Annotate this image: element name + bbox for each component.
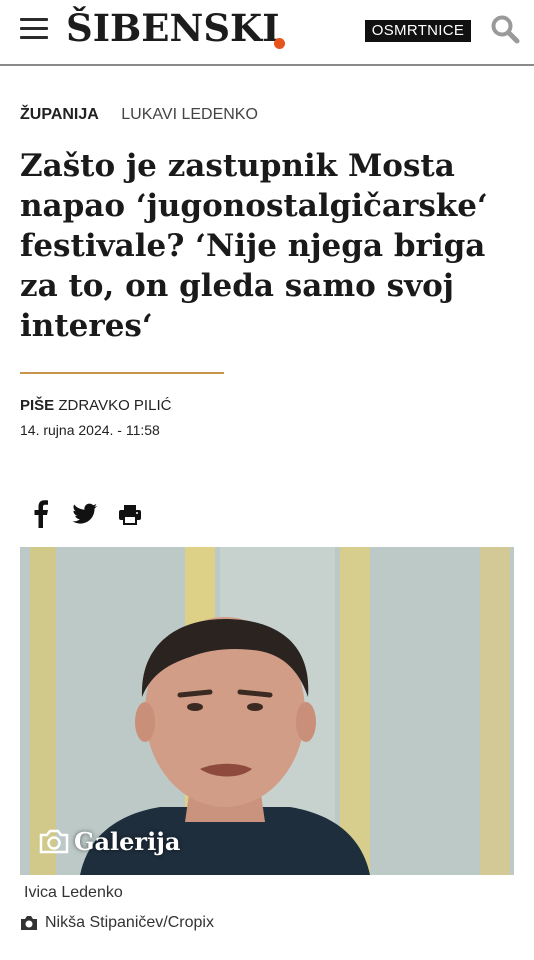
gallery-label: Galerija — [74, 827, 181, 856]
search-icon[interactable] — [490, 14, 520, 44]
headline-divider — [20, 372, 224, 374]
photo-credit: Nikša Stipaničev/Cropix — [20, 914, 214, 932]
twitter-icon[interactable] — [72, 500, 98, 528]
print-icon[interactable] — [118, 500, 142, 528]
tag-link[interactable]: LUKAVI LEDENKO — [121, 106, 258, 123]
article-photo[interactable]: Galerija — [20, 547, 514, 875]
facebook-icon[interactable] — [33, 500, 49, 528]
byline: PIŠE ZDRAVKO PILIĆ — [20, 397, 171, 414]
author-name[interactable]: ZDRAVKO PILIĆ — [58, 397, 171, 414]
logo-dot — [274, 38, 285, 49]
camera-icon — [39, 829, 69, 853]
hamburger-menu-icon[interactable] — [20, 18, 48, 42]
article-headline: Zašto je zastupnik Mosta napao ‘jugonost… — [20, 148, 488, 344]
category-link[interactable]: ŽUPANIJA — [20, 106, 99, 123]
camera-icon — [21, 916, 37, 930]
photo-credit-text: Nikša Stipaničev/Cropix — [45, 914, 214, 931]
site-header: ŠIBENSKI OSMRTNICE — [0, 0, 534, 66]
site-logo[interactable]: ŠIBENSKI — [66, 6, 280, 50]
gallery-badge[interactable]: Galerija — [38, 827, 180, 856]
publish-date: 14. rujna 2024. - 11:58 — [20, 422, 160, 438]
article-category-row: ŽUPANIJA LUKAVI LEDENKO — [20, 106, 258, 124]
photo-caption: Ivica Ledenko — [24, 884, 123, 901]
photo-illustration — [20, 547, 514, 875]
byline-prefix: PIŠE — [20, 397, 55, 414]
osmrtnice-button[interactable]: OSMRTNICE — [365, 20, 471, 42]
